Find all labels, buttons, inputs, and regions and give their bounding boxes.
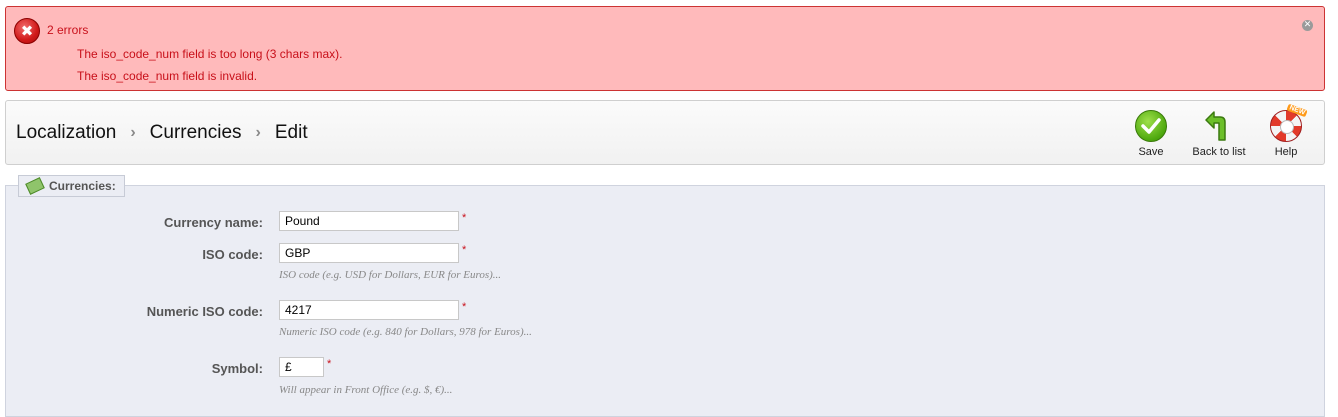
back-to-list-button[interactable]: Back to list (1186, 110, 1252, 158)
symbol-hint: Will appear in Front Office (e.g. $, €).… (279, 384, 453, 396)
required-marker: * (462, 244, 467, 256)
symbol-label: Symbol: (211, 361, 263, 376)
page-toolbar: Localization › Currencies › Edit Save Ba… (5, 100, 1325, 165)
new-badge: NEW (1286, 103, 1308, 118)
error-icon: ✖ (14, 18, 40, 44)
iso-code-hint: ISO code (e.g. USD for Dollars, EUR for … (279, 269, 502, 281)
numeric-iso-code-hint: Numeric ISO code (e.g. 840 for Dollars, … (279, 326, 532, 338)
numeric-iso-code-label: Numeric ISO code: (146, 304, 263, 319)
form-legend: Currencies: (18, 175, 125, 197)
required-marker: * (327, 358, 332, 370)
lifebuoy-icon: NEW (1270, 103, 1308, 142)
close-icon[interactable]: ✕ (1302, 20, 1313, 31)
required-marker: * (462, 301, 467, 313)
back-to-list-label: Back to list (1192, 146, 1246, 158)
currency-name-input[interactable] (279, 211, 459, 231)
breadcrumb-item-edit: Edit (274, 122, 308, 143)
help-label: Help (1274, 146, 1298, 158)
checkmark-icon (1135, 110, 1167, 142)
chevron-right-icon: › (255, 124, 261, 141)
breadcrumb-item-localization[interactable]: Localization (16, 122, 116, 144)
error-box: ✖ 2 errors The iso_code_num field is too… (5, 6, 1325, 91)
error-title: 2 errors (47, 23, 89, 37)
iso-code-label: ISO code: (202, 247, 263, 262)
help-button[interactable]: NEW Help (1261, 103, 1311, 158)
iso-code-input[interactable] (279, 243, 459, 263)
breadcrumb-item-currencies[interactable]: Currencies (150, 122, 242, 144)
numeric-iso-code-input[interactable] (279, 300, 459, 320)
back-arrow-icon (1203, 110, 1235, 142)
symbol-input[interactable] (279, 357, 324, 377)
breadcrumb: Localization › Currencies › Edit (16, 122, 308, 144)
required-marker: * (462, 212, 467, 224)
currency-name-label: Currency name: (164, 215, 263, 230)
save-button[interactable]: Save (1126, 110, 1176, 158)
save-label: Save (1138, 146, 1164, 158)
error-message: The iso_code_num field is too long (3 ch… (77, 47, 343, 61)
money-icon (25, 177, 45, 195)
chevron-right-icon: › (130, 124, 136, 141)
form-legend-label: Currencies: (49, 179, 116, 193)
error-message: The iso_code_num field is invalid. (77, 69, 258, 83)
